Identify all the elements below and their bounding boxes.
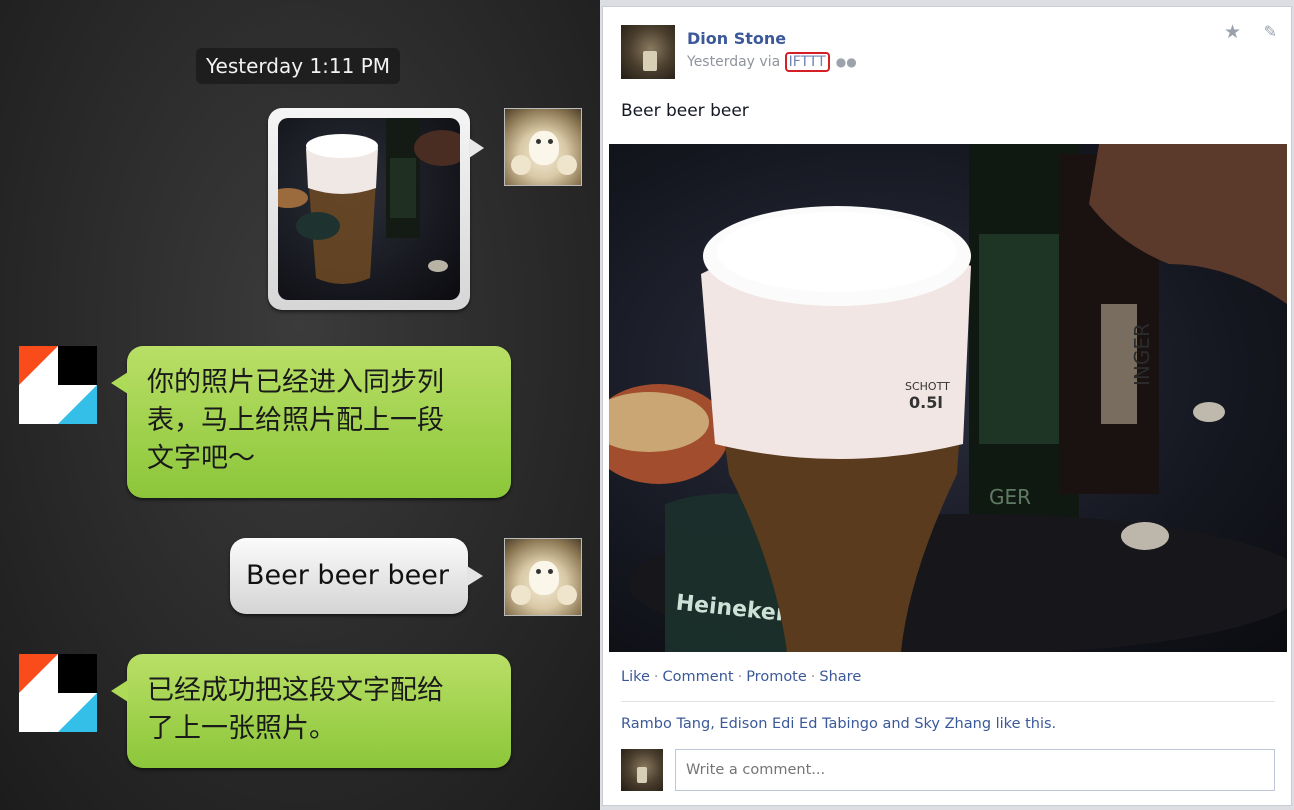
action-separator: · <box>653 669 659 685</box>
post-actions: Like · Comment · Promote · Share <box>621 669 861 685</box>
message-line: 已经成功把这段文字配给 <box>147 675 444 706</box>
commenter-avatar <box>621 749 663 791</box>
pencil-icon[interactable]: ✎ <box>1264 22 1277 41</box>
star-icon[interactable]: ★ <box>1224 21 1241 43</box>
author-name[interactable]: Dion Stone <box>687 29 786 48</box>
bottle-label-text: INGER <box>1130 323 1154 386</box>
comment-input[interactable] <box>675 749 1275 791</box>
like-link[interactable]: Like <box>621 669 650 685</box>
user-text-bubble: Beer beer beer <box>230 538 483 614</box>
author-avatar[interactable] <box>621 25 675 79</box>
post-status-text: Beer beer beer <box>621 101 749 121</box>
ifttt-message-bubble: 你的照片已经进入同步列 表，马上给照片配上一段 文字吧～ <box>111 346 511 498</box>
share-link[interactable]: Share <box>819 669 861 685</box>
ifttt-logo-icon[interactable] <box>19 346 97 424</box>
action-separator: · <box>810 669 816 685</box>
photo-message-bubble[interactable] <box>268 108 484 310</box>
facebook-post: Dion Stone Yesterday via IFTTT ●● ★ ✎ Bee… <box>602 6 1292 806</box>
post-photo[interactable]: INGER GER Heineken SCHOTT 0.5l <box>609 144 1287 652</box>
message-line: 你的照片已经进入同步列 <box>147 367 444 398</box>
beer-photo-thumbnail[interactable] <box>278 118 460 300</box>
promote-link[interactable]: Promote <box>746 669 807 685</box>
post-meta: Yesterday via IFTTT ●● <box>687 52 857 72</box>
chat-panel: Yesterday 1:11 PM 你的照片已经进入同步列 表，马上给照片配上一… <box>0 0 600 810</box>
user-avatar[interactable] <box>504 108 582 186</box>
message-line: 文字吧～ <box>147 443 255 474</box>
post-time[interactable]: Yesterday via <box>687 54 785 70</box>
message-line: 表，马上给照片配上一段 <box>147 405 444 436</box>
action-separator: · <box>737 669 743 685</box>
glass-brand-text: SCHOTT <box>905 380 950 393</box>
divider <box>621 701 1275 702</box>
bottle-label-text-2: GER <box>989 485 1031 509</box>
chat-timestamp: Yesterday 1:11 PM <box>196 48 401 84</box>
user-avatar[interactable] <box>504 538 582 616</box>
likes-summary[interactable]: Rambo Tang, Edison Edi Ed Tabingo and Sk… <box>621 716 1056 732</box>
ifttt-logo-icon[interactable] <box>19 654 97 732</box>
via-app-link[interactable]: IFTTT <box>784 52 830 72</box>
glass-volume-text: 0.5l <box>909 393 943 412</box>
message-line: 了上一张照片。 <box>147 713 336 744</box>
friends-icon[interactable]: ●● <box>836 55 857 69</box>
comment-link[interactable]: Comment <box>663 669 734 685</box>
ifttt-message-bubble: 已经成功把这段文字配给 了上一张照片。 <box>111 654 511 768</box>
